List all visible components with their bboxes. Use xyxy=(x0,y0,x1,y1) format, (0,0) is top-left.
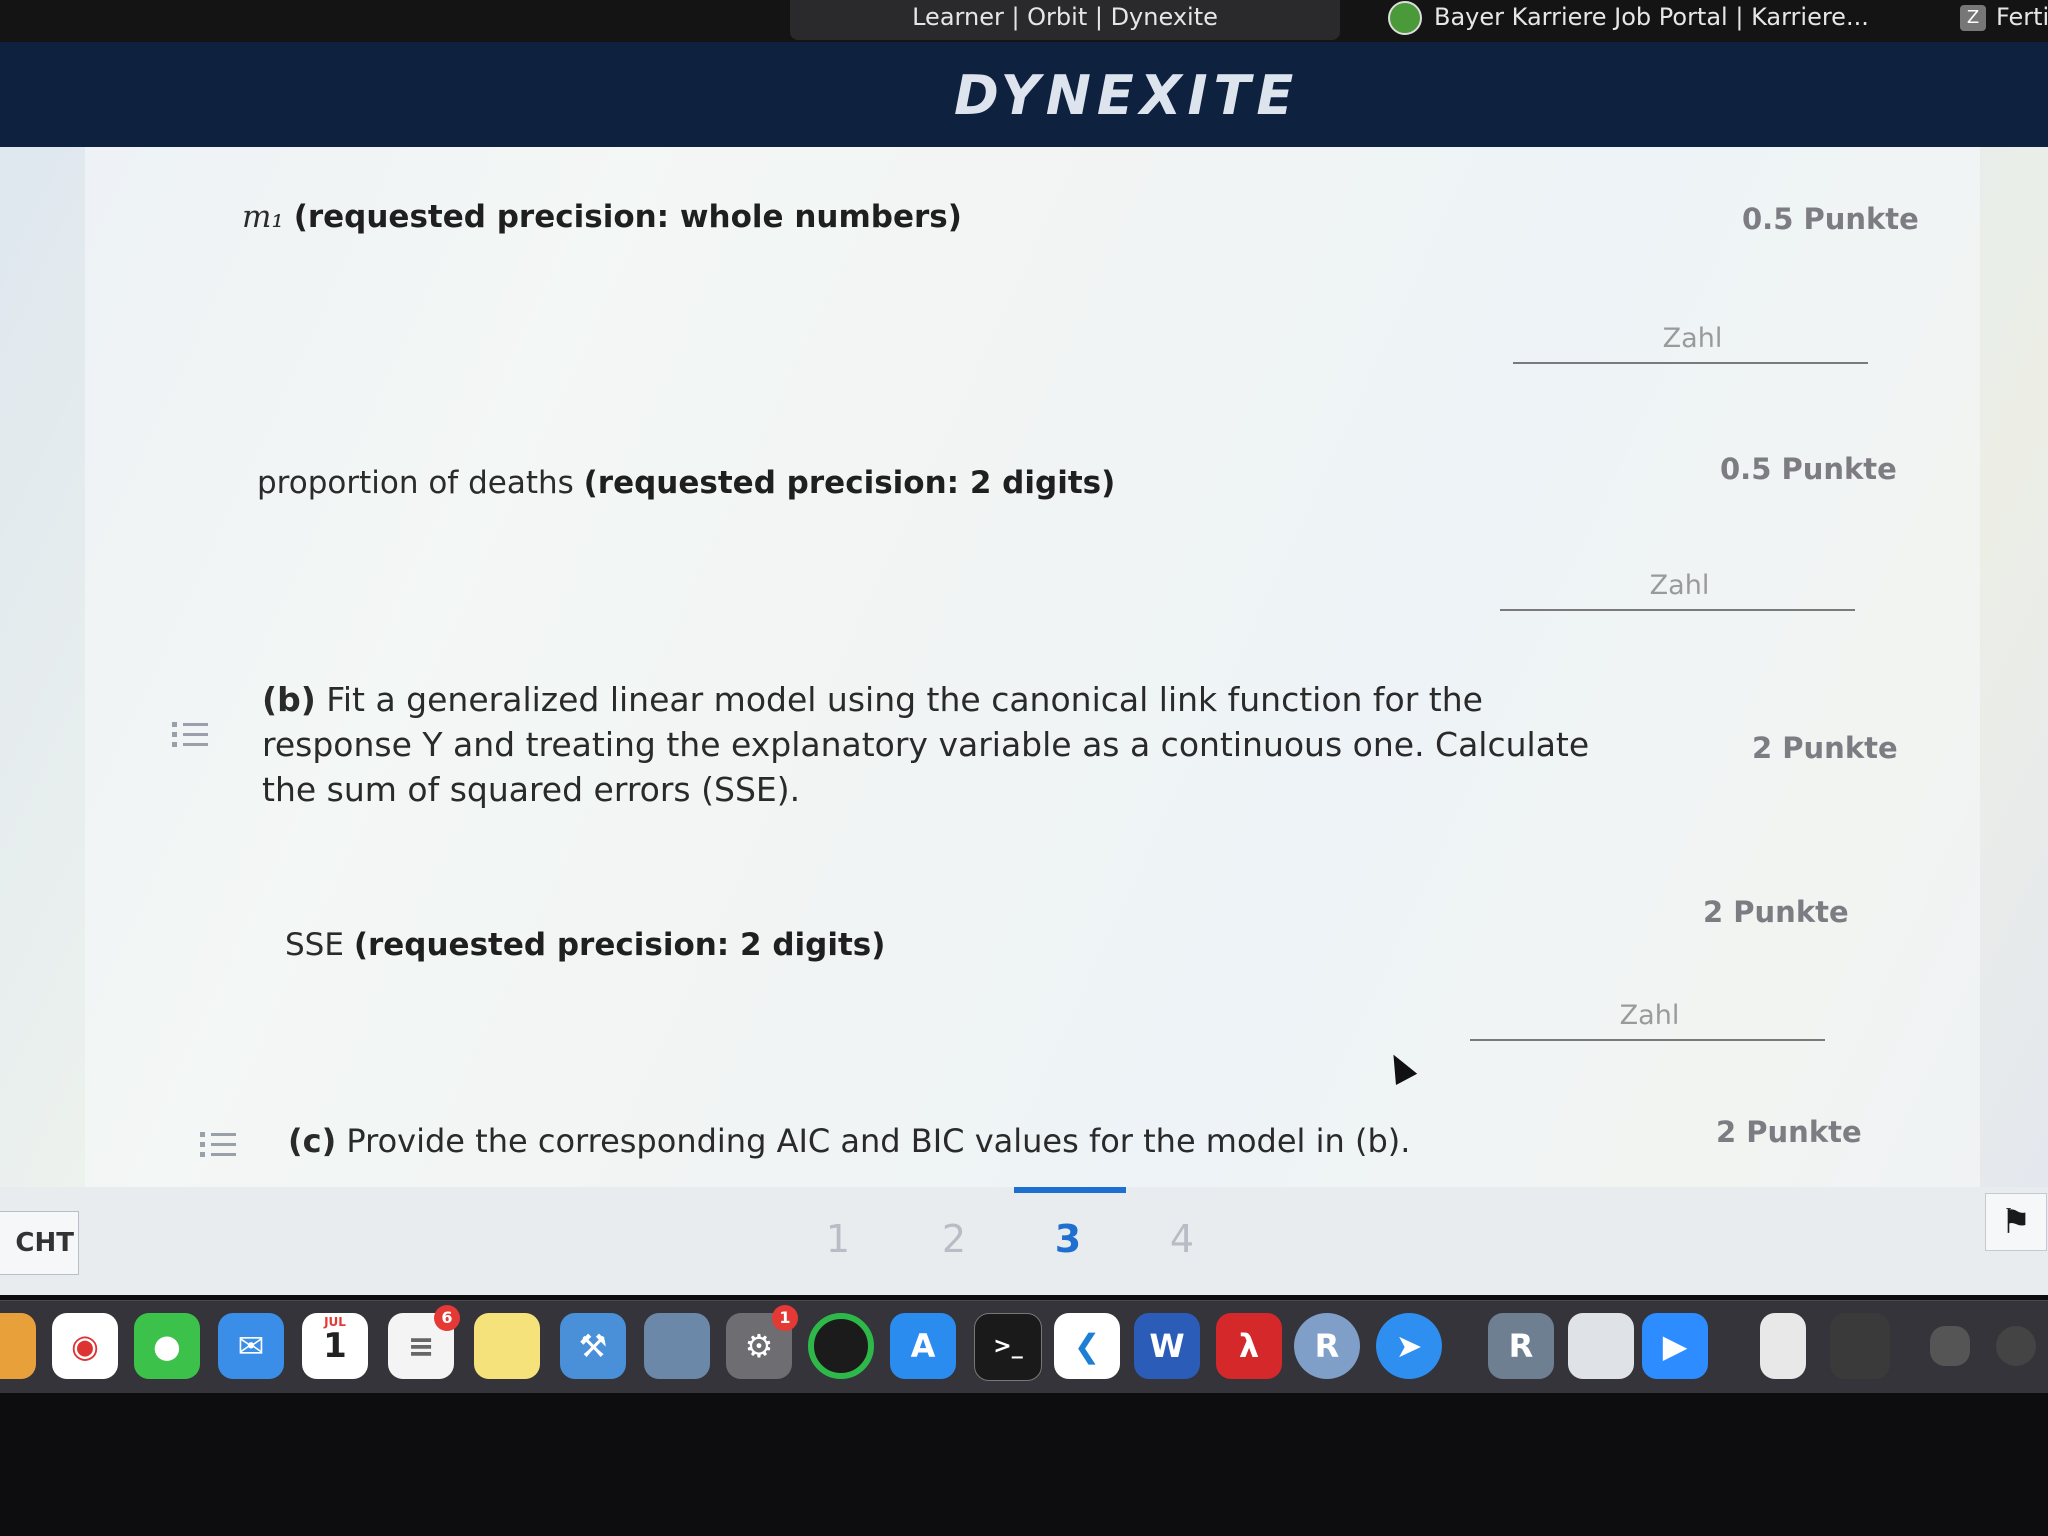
app-header: DYNEXITE xyxy=(0,42,2048,147)
reminders-icon[interactable]: ≡ 6 xyxy=(388,1305,460,1379)
exam-content: m₁ (requested precision: whole numbers) … xyxy=(0,147,2048,1187)
vscode-icon[interactable]: ❮ xyxy=(1054,1313,1120,1379)
xcode-icon[interactable]: ⚒ xyxy=(560,1313,626,1379)
m1-answer-input[interactable] xyxy=(1513,312,1872,364)
macos-dock: ◉ ● ✉ JUL 1 ≡ 6 ⚒ ⚙ 1 A >_ ❮ W λ R ➤ R ▶ xyxy=(0,1300,2048,1393)
safari-icon[interactable]: ➤ xyxy=(1376,1313,1442,1379)
tab-fertig[interactable]: Z Fertig xyxy=(1960,0,2048,40)
tab-dynexite[interactable]: Learner | Orbit | Dynexite xyxy=(790,0,1340,40)
reminders-badge: 6 xyxy=(434,1305,460,1331)
question-c-letter: (c) xyxy=(288,1122,337,1160)
tab-bayer-label: Bayer Karriere Job Portal | Karriere... xyxy=(1434,3,1869,31)
question-c: (c) Provide the corresponding AIC and BI… xyxy=(288,1122,1410,1160)
calendar-small-icon[interactable] xyxy=(1930,1326,1970,1366)
active-page-indicator xyxy=(1014,1187,1126,1193)
page-4[interactable]: 4 xyxy=(1152,1217,1212,1261)
list-icon-c[interactable] xyxy=(200,1132,236,1163)
tab-bayer[interactable]: Bayer Karriere Job Portal | Karriere... xyxy=(1388,0,1869,40)
m1-points: 0.5 Punkte xyxy=(1742,202,1919,236)
pagination-bar: CHT 1 2 3 4 ⚑ xyxy=(0,1187,2048,1295)
preview-icon[interactable] xyxy=(644,1313,710,1379)
question-b: (b) Fit a generalized linear model using… xyxy=(262,677,1632,812)
app-store-icon[interactable]: A xyxy=(890,1313,956,1379)
calendar-icon[interactable]: JUL 1 xyxy=(302,1313,368,1379)
tab-fertig-label: Fertig xyxy=(1996,3,2048,31)
launchpad-icon[interactable] xyxy=(0,1313,36,1379)
word-icon[interactable]: W xyxy=(1134,1313,1200,1379)
screenshot-icon[interactable] xyxy=(1830,1313,1890,1379)
m1-label: m₁ (requested precision: whole numbers) xyxy=(242,199,962,235)
z-favicon-icon: Z xyxy=(1960,5,1986,31)
textedit-icon[interactable] xyxy=(1568,1313,1634,1379)
deaths-answer-field[interactable] xyxy=(1500,559,1859,611)
chrome-icon[interactable]: ◉ xyxy=(52,1313,118,1379)
calendar-day: 1 xyxy=(323,1326,347,1366)
sse-answer-field[interactable] xyxy=(1470,989,1829,1041)
question-b-points: 2 Punkte xyxy=(1752,731,1898,765)
deaths-points: 0.5 Punkte xyxy=(1720,452,1897,486)
page-1[interactable]: 1 xyxy=(808,1217,868,1261)
list-icon[interactable] xyxy=(172,722,208,753)
deaths-label: proportion of deaths (requested precisio… xyxy=(257,465,1115,501)
document-icon[interactable] xyxy=(1760,1313,1806,1379)
browser-tab-bar: Learner | Orbit | Dynexite Bayer Karrier… xyxy=(0,0,2048,42)
m1-symbol: m₁ xyxy=(242,199,284,235)
language-button[interactable]: CHT xyxy=(0,1211,79,1275)
sse-text: SSE xyxy=(285,927,344,963)
terminal-icon[interactable]: >_ xyxy=(974,1313,1042,1381)
rstudio-icon[interactable]: R xyxy=(1488,1313,1554,1379)
page-3[interactable]: 3 xyxy=(1038,1217,1098,1261)
mail-icon[interactable]: ✉ xyxy=(218,1313,284,1379)
sse-precision: (requested precision: 2 digits) xyxy=(353,927,886,963)
sse-label: SSE (requested precision: 2 digits) xyxy=(285,927,885,963)
chrome-small-icon[interactable] xyxy=(1996,1326,2036,1366)
question-b-text: Fit a generalized linear model using the… xyxy=(262,680,1590,809)
acrobat-icon[interactable]: λ xyxy=(1216,1313,1282,1379)
notes-icon[interactable] xyxy=(474,1313,540,1379)
deaths-text: proportion of deaths xyxy=(257,465,574,501)
messages-icon[interactable]: ● xyxy=(134,1313,200,1379)
deaths-precision: (requested precision: 2 digits) xyxy=(583,465,1116,501)
page-2[interactable]: 2 xyxy=(924,1217,984,1261)
tab-dynexite-label: Learner | Orbit | Dynexite xyxy=(912,3,1218,31)
zoom-icon[interactable]: ▶ xyxy=(1642,1313,1708,1379)
flag-icon[interactable]: ⚑ xyxy=(1985,1193,2047,1251)
deaths-answer-input[interactable] xyxy=(1500,559,1859,611)
question-c-points: 2 Punkte xyxy=(1716,1115,1862,1149)
m1-precision: (requested precision: whole numbers) xyxy=(293,199,962,235)
bayer-favicon-icon xyxy=(1388,1,1422,35)
activity-ring-icon[interactable] xyxy=(808,1313,874,1379)
question-b-letter: (b) xyxy=(262,680,316,719)
question-c-text: Provide the corresponding AIC and BIC va… xyxy=(346,1122,1411,1160)
settings-badge: 1 xyxy=(772,1305,798,1331)
sse-answer-input[interactable] xyxy=(1470,989,1829,1041)
dynexite-logo: DYNEXITE xyxy=(954,64,1300,127)
m1-answer-field[interactable] xyxy=(1513,312,1872,364)
system-settings-icon[interactable]: ⚙ 1 xyxy=(726,1305,798,1379)
sse-points: 2 Punkte xyxy=(1703,895,1849,929)
r-app-icon[interactable]: R xyxy=(1294,1313,1360,1379)
